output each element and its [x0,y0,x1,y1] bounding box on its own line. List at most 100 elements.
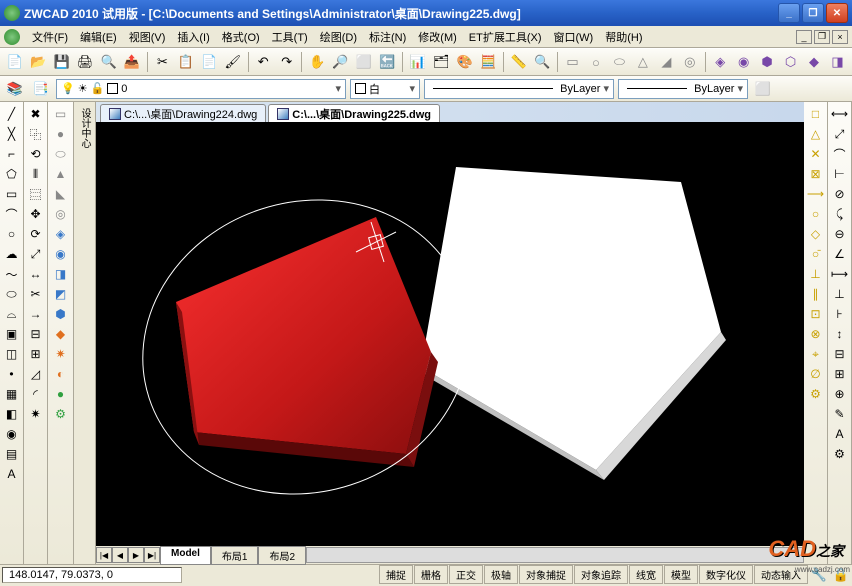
snap-end-button[interactable]: □ [806,104,826,124]
mdi-minimize-button[interactable]: _ [796,30,812,44]
linetype-dropdown[interactable]: ByLayer ▾ [424,79,614,99]
dimbreak-button[interactable]: ⊟ [830,344,850,364]
plot-button[interactable]: 🖨 [74,51,95,73]
insert-button[interactable]: ▣ [2,324,22,344]
erase-button[interactable]: ✖ [26,104,46,124]
snap-mid-button[interactable]: △ [806,124,826,144]
gradient-button[interactable]: ◧ [2,404,22,424]
polygon-button[interactable]: ⬠ [2,164,22,184]
tab-last-button[interactable]: ▶| [144,547,160,563]
revcloud-button[interactable]: ☁ [2,244,22,264]
mdi-close-button[interactable]: × [832,30,848,44]
break-button[interactable]: ⊟ [26,324,46,344]
rotate-button[interactable]: ⟳ [26,224,46,244]
status-toggle[interactable]: 线宽 [629,565,663,584]
intersect-button[interactable]: ◆ [803,51,824,73]
render-button[interactable]: ✷ [51,344,71,364]
publish-button[interactable]: 📤 [121,51,142,73]
snap-qua-button[interactable]: ◇ [806,224,826,244]
status-toggle[interactable]: 极轴 [484,565,518,584]
dimjog-button[interactable]: ⤹ [830,204,850,224]
explode-button[interactable]: ✷ [26,404,46,424]
menu-item[interactable]: 插入(I) [171,27,215,47]
hatch-button[interactable]: ▦ [2,384,22,404]
menu-item[interactable]: 视图(V) [123,27,172,47]
linetype-control-button[interactable]: ⬜ [752,78,774,100]
status-toggle[interactable]: 模型 [664,565,698,584]
dimtedit-button[interactable]: A [830,424,850,444]
tab-prev-button[interactable]: ◀ [112,547,128,563]
block-button[interactable]: ◫ [2,344,22,364]
document-tab[interactable]: C:\...\桌面\Drawing224.dwg [100,104,266,122]
trim-button[interactable]: ✂ [26,284,46,304]
interfere-button[interactable]: ⬢ [51,304,71,324]
fillet-button[interactable]: ◜ [26,384,46,404]
table-button[interactable]: ▤ [2,444,22,464]
line-button[interactable]: ╱ [2,104,22,124]
snap-cen-button[interactable]: ○ [806,204,826,224]
menu-item[interactable]: 文件(F) [26,27,74,47]
3d-wedge-button[interactable]: ◢ [656,51,677,73]
ellipse-button[interactable]: ⬭ [2,284,22,304]
menu-item[interactable]: 编辑(E) [74,27,123,47]
extend-button[interactable]: → [26,304,46,324]
slice-button[interactable]: ◨ [827,51,848,73]
3d-torus-button[interactable]: ◎ [679,51,700,73]
osnap-settings-button[interactable]: ⚙ [806,384,826,404]
redo-button[interactable]: ↷ [276,51,297,73]
status-toggle[interactable]: 数字化仪 [699,565,753,584]
open-button[interactable]: 📂 [27,51,48,73]
menu-item[interactable]: 标注(N) [363,27,412,47]
minimize-button[interactable]: _ [778,3,800,23]
extrude-button[interactable]: ◈ [709,51,730,73]
paste-button[interactable]: 📄 [199,51,220,73]
3d-cylinder-button[interactable]: ⬭ [609,51,630,73]
point-button[interactable]: • [2,364,22,384]
box-solid-button[interactable]: ▭ [51,104,71,124]
chamfer-button[interactable]: ◿ [26,364,46,384]
wedge-solid-button[interactable]: ◣ [51,184,71,204]
tab-first-button[interactable]: |◀ [96,547,112,563]
menu-item[interactable]: 修改(M) [412,27,463,47]
dimlinear-button[interactable]: ⟷ [830,104,850,124]
menu-item[interactable]: 帮助(H) [599,27,648,47]
pan-button[interactable]: ✋ [306,51,327,73]
dimaligned-button[interactable]: ⤢ [830,124,850,144]
dimdia-button[interactable]: ⊖ [830,224,850,244]
shade-button[interactable]: ● [51,384,71,404]
tab-next-button[interactable]: ▶ [128,547,144,563]
union-button[interactable]: ⬢ [756,51,777,73]
horizontal-scrollbar[interactable] [306,547,804,563]
slice-solid-button[interactable]: ◨ [51,264,71,284]
zoom-window-button[interactable]: ⬜ [353,51,374,73]
xline-button[interactable]: ╳ [2,124,22,144]
maximize-button[interactable]: ❐ [802,3,824,23]
region-button[interactable]: ◉ [2,424,22,444]
copy-button[interactable]: 📋 [175,51,196,73]
spline-button[interactable]: 〜 [2,264,22,284]
mtext-button[interactable]: A [2,464,22,484]
dist-button[interactable]: 📏 [508,51,529,73]
snap-tan-button[interactable]: ○̄ [806,244,826,264]
snap-par-button[interactable]: ∥ [806,284,826,304]
model-tab[interactable]: 布局2 [258,546,306,565]
color-dropdown[interactable]: 白 ▾ [350,79,420,99]
scale-button[interactable]: ⤢ [26,244,46,264]
dimbase-button[interactable]: ⊥ [830,284,850,304]
snap-nod-button[interactable]: ⊗ [806,324,826,344]
pline-button[interactable]: ⌐ [2,144,22,164]
dimspace-button[interactable]: ↕ [830,324,850,344]
subtract-button[interactable]: ⬡ [780,51,801,73]
mdi-restore-button[interactable]: ❐ [814,30,830,44]
move-button[interactable]: ✥ [26,204,46,224]
status-toggle[interactable]: 正交 [449,565,483,584]
menu-item[interactable]: 绘图(D) [314,27,363,47]
snap-non-button[interactable]: ∅ [806,364,826,384]
save-button[interactable]: 💾 [51,51,72,73]
layer-dropdown[interactable]: 💡 ☀ 🔓 0 ▾ [56,79,346,99]
snap-ins-button[interactable]: ⊡ [806,304,826,324]
designcenter-button[interactable]: 🗂 [431,51,452,73]
status-toggle[interactable]: 栅格 [414,565,448,584]
stretch-button[interactable]: ↔ [26,264,46,284]
dimord-button[interactable]: ⊢ [830,164,850,184]
